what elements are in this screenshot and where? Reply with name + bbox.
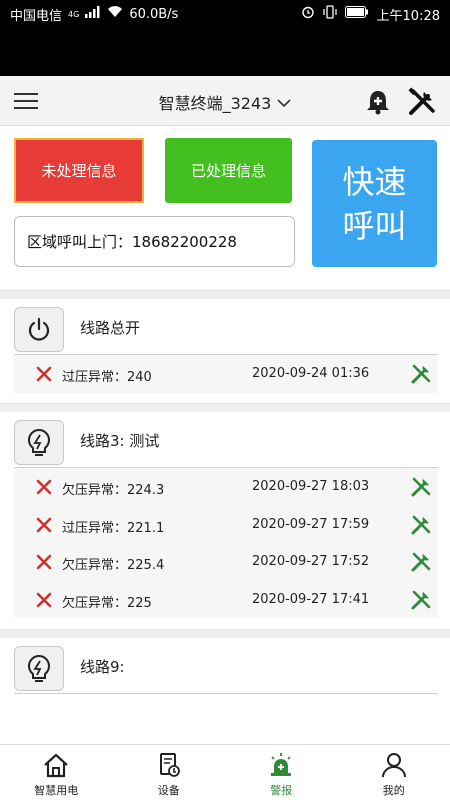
section-title: 线路9: xyxy=(80,658,125,676)
alarm-clock-icon xyxy=(301,5,315,23)
quick-call-line2: 呼叫 xyxy=(342,206,407,245)
error-x-icon xyxy=(36,517,52,533)
error-x-icon xyxy=(36,554,52,570)
alarm-message: 欠压异常：225.4 xyxy=(62,558,165,573)
alarm-time: 2020-09-27 17:59 xyxy=(252,516,370,532)
alarm-list: 过压异常：240 2020-09-24 01:36 xyxy=(14,354,438,393)
network-label: 4G xyxy=(68,9,80,19)
power-icon xyxy=(14,307,64,352)
bottom-tab-bar: 智慧用电 设备 警报 我的 xyxy=(0,744,450,800)
app-header: 智慧终端_3243 xyxy=(0,76,450,126)
alarm-list: 欠压异常：224.3 2020-09-27 18:03 过压异常：221.1 2… xyxy=(14,467,438,618)
vibrate-icon xyxy=(322,5,337,23)
alarm-message: 欠压异常：225 xyxy=(62,595,152,611)
section-title: 线路3: 测试 xyxy=(80,432,160,450)
alarm-time: 2020-09-27 17:41 xyxy=(252,591,370,607)
bulb-icon xyxy=(14,646,64,691)
quick-call-line1: 快速 xyxy=(342,162,407,201)
wifi-icon xyxy=(107,6,123,22)
alarm-time: 2020-09-27 17:52 xyxy=(252,554,370,569)
section-header[interactable]: 线路9: xyxy=(0,638,450,693)
tools-icon[interactable] xyxy=(406,86,438,118)
alarm-row: 欠压异常：224.3 2020-09-27 18:03 xyxy=(14,468,438,506)
section-header[interactable]: 线路总开 xyxy=(0,299,450,354)
tab-device[interactable]: 设备 xyxy=(113,745,226,800)
status-bar: 中国电信 4G 60.0B/s 上午10:28 xyxy=(0,0,450,28)
alarm-row: 欠压异常：225.4 2020-09-27 17:52 xyxy=(14,543,438,581)
tab-label: 智慧用电 xyxy=(34,784,79,797)
chevron-down-icon xyxy=(277,97,291,112)
error-x-icon xyxy=(36,479,52,495)
alarm-row: 过压异常：240 2020-09-24 01:36 xyxy=(14,355,438,393)
speed-label: 60.0B/s xyxy=(129,6,179,22)
user-icon xyxy=(381,753,406,778)
alarm-message: 过压异常：240 xyxy=(62,370,152,385)
section-title: 线路总开 xyxy=(80,319,141,337)
alarm-message: 欠压异常：224.3 xyxy=(62,483,165,498)
quick-call-button[interactable]: 快速 呼叫 xyxy=(312,140,437,267)
error-x-icon xyxy=(36,366,52,382)
add-alarm-icon[interactable] xyxy=(364,88,392,116)
repair-icon[interactable] xyxy=(410,589,432,611)
alarm-row: 欠压异常：225 2020-09-27 17:41 xyxy=(14,581,438,619)
clock-label: 上午10:28 xyxy=(376,8,440,24)
repair-icon[interactable] xyxy=(410,551,432,573)
bulb-icon xyxy=(14,420,64,465)
repair-icon[interactable] xyxy=(410,476,432,498)
repair-icon[interactable] xyxy=(410,514,432,536)
unhandled-info-button[interactable]: 未处理信息 xyxy=(14,138,144,203)
circuit-section: 线路9: xyxy=(0,638,450,738)
divider xyxy=(14,693,438,694)
alarm-time: 2020-09-24 01:36 xyxy=(252,366,370,381)
zone-call-field[interactable]: 区域呼叫上门：18682200228 xyxy=(14,216,295,267)
tab-alarm[interactable]: 警报 xyxy=(225,745,338,800)
page-title: 智慧终端_3243 xyxy=(158,94,272,113)
error-x-icon xyxy=(36,592,52,608)
tab-label: 警报 xyxy=(270,784,293,797)
alarm-message: 过压异常：221.1 xyxy=(62,520,165,536)
battery-icon xyxy=(344,6,369,22)
section-header[interactable]: 线路3: 测试 xyxy=(0,412,450,467)
alarm-time: 2020-09-27 18:03 xyxy=(252,479,370,494)
signal-icon xyxy=(85,6,101,22)
carrier-label: 中国电信 xyxy=(10,8,63,24)
action-panel: 未处理信息 已处理信息 快速 呼叫 区域呼叫上门：18682200228 xyxy=(0,126,450,290)
repair-icon[interactable] xyxy=(410,363,432,385)
tab-label: 我的 xyxy=(382,784,405,797)
alarm-icon xyxy=(271,753,292,776)
tab-smart-power[interactable]: 智慧用电 xyxy=(0,745,113,800)
divider xyxy=(0,629,450,638)
divider xyxy=(0,290,450,299)
home-icon xyxy=(44,753,68,778)
tab-label: 设备 xyxy=(157,784,180,797)
alarm-row: 过压异常：221.1 2020-09-27 17:59 xyxy=(14,506,438,544)
tab-mine[interactable]: 我的 xyxy=(338,745,450,800)
top-band xyxy=(0,28,450,76)
divider xyxy=(0,403,450,412)
circuit-section: 线路总开 过压异常：240 2020-09-24 01:36 xyxy=(0,299,450,395)
circuit-section: 线路3: 测试 欠压异常：224.3 2020-09-27 18:03 过压异常… xyxy=(0,412,450,620)
handled-info-button[interactable]: 已处理信息 xyxy=(165,138,292,203)
device-icon xyxy=(159,753,180,777)
